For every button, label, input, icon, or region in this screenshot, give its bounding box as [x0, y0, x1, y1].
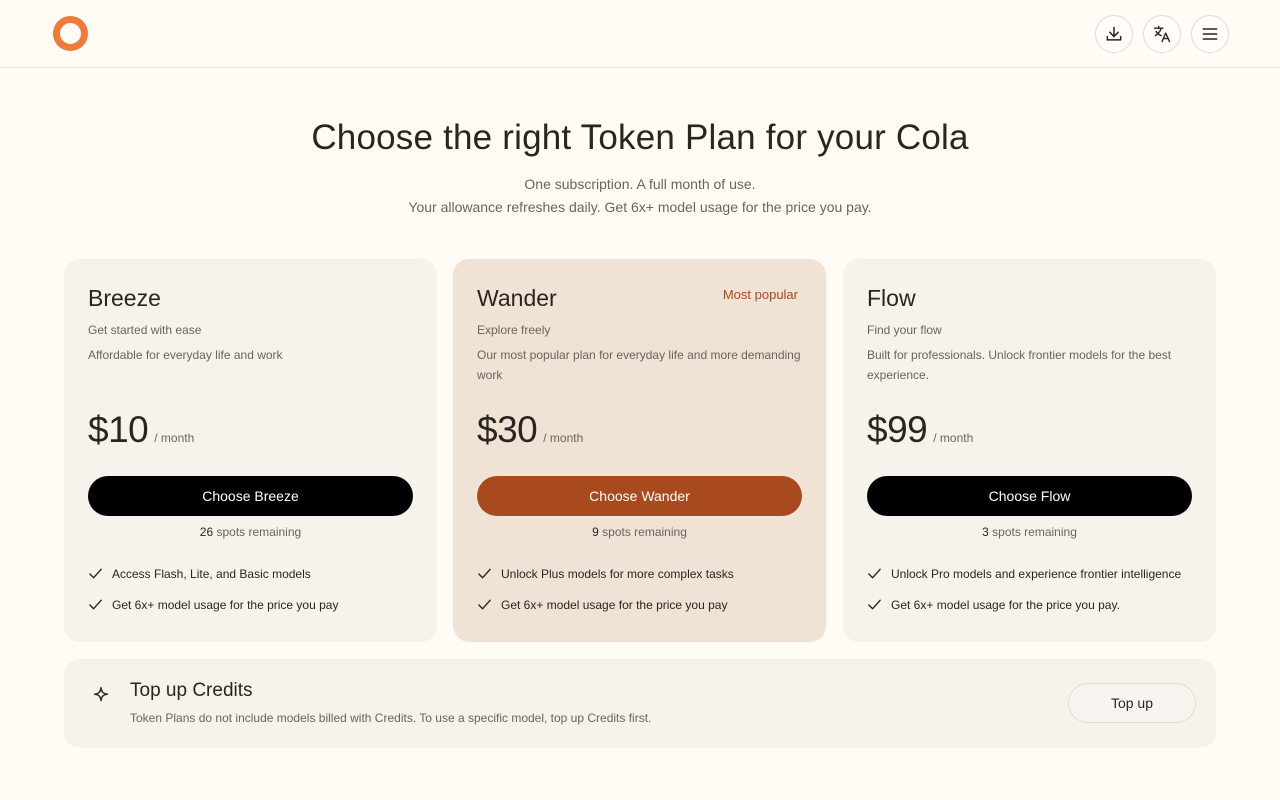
feature-text: Access Flash, Lite, and Basic models	[112, 566, 311, 581]
feature-item: Get 6x+ model usage for the price you pa…	[88, 597, 338, 612]
price-amount: $10	[88, 409, 149, 450]
spots-count: 3	[982, 525, 989, 539]
plan-description: Affordable for everyday life and work	[88, 348, 283, 362]
feature-text: Get 6x+ model usage for the price you pa…	[891, 597, 1120, 612]
feature-text: Unlock Plus models for more complex task…	[501, 566, 734, 581]
check-icon	[868, 599, 881, 610]
plan-name: Breeze	[88, 285, 161, 311]
plan-name: Flow	[867, 285, 916, 311]
topup-title: Top up Credits	[130, 680, 253, 701]
choose-flow-button[interactable]: Choose Flow	[867, 476, 1192, 516]
plan-name: Wander	[477, 285, 557, 311]
spots-remaining: 26 spots remaining	[64, 525, 437, 539]
check-icon	[478, 568, 491, 579]
plan-card-flow: Flow Find your flow Built for profession…	[843, 259, 1216, 642]
plan-price: $30 / month	[477, 409, 583, 451]
plan-tagline: Explore freely	[477, 323, 551, 337]
menu-button[interactable]	[1191, 15, 1229, 53]
topup-description: Token Plans do not include models billed…	[130, 711, 652, 725]
spots-count: 26	[199, 525, 214, 539]
translate-icon	[1153, 25, 1171, 43]
menu-icon	[1202, 28, 1218, 40]
sparkle-icon	[93, 687, 109, 702]
feature-item: Unlock Pro models and experience frontie…	[867, 566, 1181, 581]
plan-card-breeze: Breeze Get started with ease Affordable …	[64, 259, 437, 642]
choose-breeze-button[interactable]: Choose Breeze	[88, 476, 413, 516]
plan-description: Built for professionals. Unlock frontier…	[867, 348, 1172, 382]
check-icon	[89, 599, 102, 610]
plan-price: $10 / month	[88, 409, 194, 451]
price-period: / month	[543, 431, 584, 445]
spots-text: spots remaining	[602, 525, 687, 539]
feature-text: Get 6x+ model usage for the price you pa…	[112, 597, 339, 612]
top-header	[0, 0, 1280, 68]
plan-price: $99 / month	[867, 409, 973, 451]
download-button[interactable]	[1095, 15, 1133, 53]
language-button[interactable]	[1143, 15, 1181, 53]
check-icon	[478, 599, 491, 610]
price-period: / month	[933, 431, 974, 445]
page-title: Choose the right Token Plan for your Col…	[311, 118, 969, 157]
price-period: / month	[154, 431, 195, 445]
spots-text: spots remaining	[216, 525, 302, 539]
plan-tagline: Find your flow	[867, 323, 942, 337]
feature-text: Get 6x+ model usage for the price you pa…	[501, 597, 728, 612]
page-subtitle-line2: Your allowance refreshes daily. Get 6x+ …	[408, 199, 872, 215]
spots-count: 9	[592, 525, 599, 539]
feature-item: Get 6x+ model usage for the price you pa…	[477, 597, 727, 612]
plan-description: Our most popular plan for everyday life …	[477, 348, 801, 382]
check-icon	[89, 568, 102, 579]
plan-card-wander: Wander Most popular Explore freely Our m…	[453, 259, 826, 642]
plan-tagline: Get started with ease	[88, 323, 202, 337]
spots-remaining: 9 spots remaining	[453, 525, 826, 539]
feature-text: Unlock Pro models and experience frontie…	[891, 566, 1182, 581]
spots-remaining: 3 spots remaining	[843, 525, 1216, 539]
choose-wander-button[interactable]: Choose Wander	[477, 476, 802, 516]
feature-item: Get 6x+ model usage for the price you pa…	[867, 597, 1120, 612]
download-icon	[1106, 26, 1122, 41]
page-subtitle-line1: One subscription. A full month of use.	[524, 176, 756, 192]
feature-item: Unlock Plus models for more complex task…	[477, 566, 734, 581]
feature-item: Access Flash, Lite, and Basic models	[88, 566, 311, 581]
top-up-button[interactable]: Top up	[1068, 683, 1196, 723]
price-amount: $30	[477, 409, 538, 450]
most-popular-badge: Most popular	[722, 287, 798, 302]
logo[interactable]	[53, 16, 88, 51]
spots-text: spots remaining	[992, 525, 1077, 539]
price-amount: $99	[867, 409, 928, 450]
topup-credits-panel: Top up Credits Token Plans do not includ…	[64, 659, 1216, 748]
check-icon	[868, 568, 881, 579]
